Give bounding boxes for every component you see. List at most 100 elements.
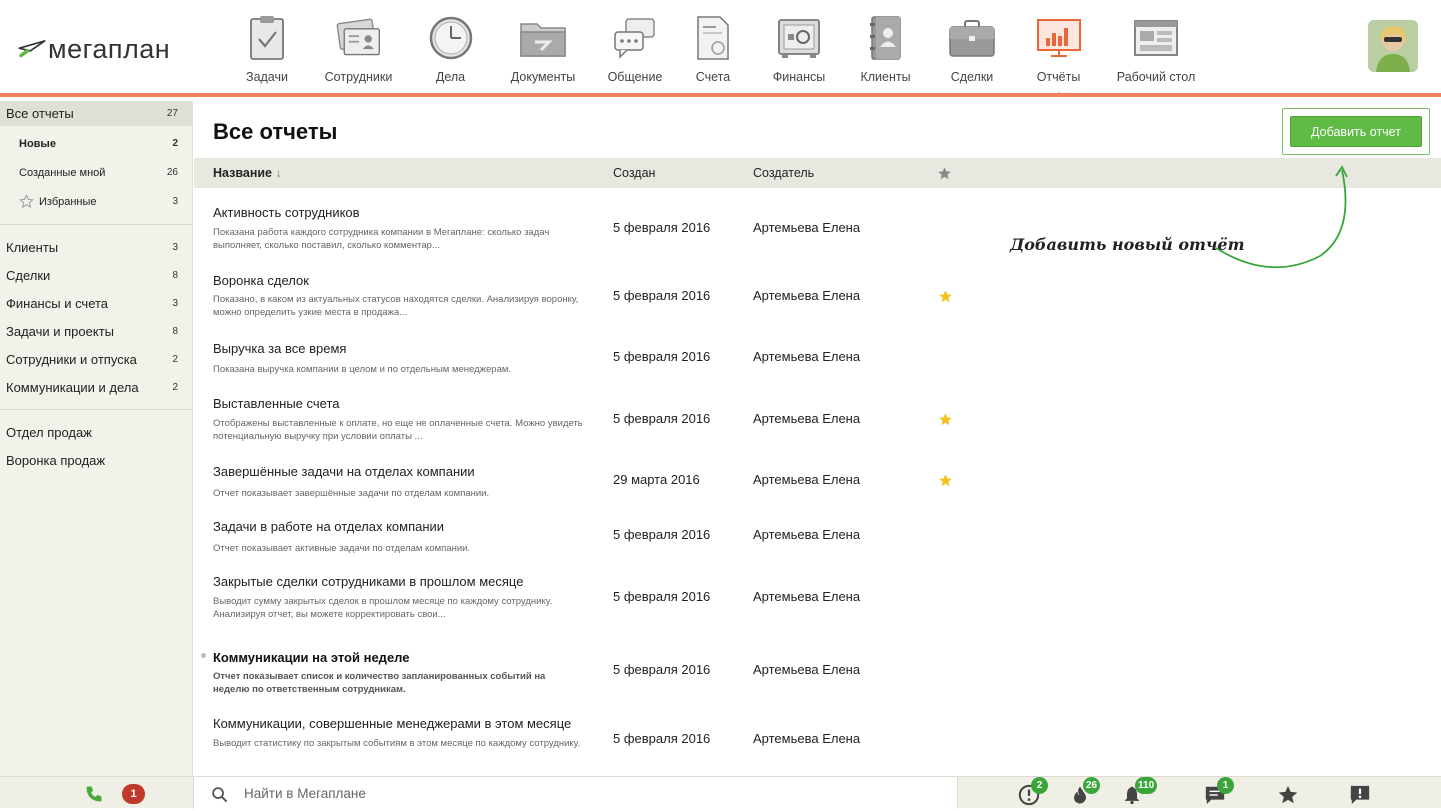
report-title-link[interactable]: Задачи в работе на отделах компании xyxy=(213,519,444,534)
column-header-created[interactable]: Создан xyxy=(613,166,655,180)
alerts-count: 2 xyxy=(1031,777,1048,794)
nav-chat[interactable]: Общение xyxy=(594,0,676,93)
report-created-date: 5 февраля 2016 xyxy=(613,288,711,303)
report-author[interactable]: Артемьева Елена xyxy=(753,731,860,746)
report-description: Отчет показывает список и количество зап… xyxy=(213,671,546,695)
sidebar-item-communications[interactable]: Коммуникации и дела 2 xyxy=(0,373,192,401)
nav-employees[interactable]: Сотрудники xyxy=(308,0,409,93)
alerts-button[interactable]: 2 xyxy=(1018,777,1048,806)
column-header-name[interactable]: Название ↓ xyxy=(213,166,282,180)
favorites-button[interactable] xyxy=(1277,784,1301,806)
chat-bubbles-icon xyxy=(611,16,659,60)
sidebar-item-label: Все отчеты xyxy=(6,106,74,121)
messages-button[interactable]: 1 xyxy=(1204,777,1234,806)
table-row[interactable]: Задачи в работе на отделах компании Отче… xyxy=(194,502,1441,557)
notifications-button[interactable]: 110 xyxy=(1122,777,1158,806)
column-header-creator[interactable]: Создатель xyxy=(753,166,814,180)
report-created-date: 5 февраля 2016 xyxy=(613,349,711,364)
sidebar-item-label: Созданные мной xyxy=(19,166,106,179)
megaplan-logo[interactable]: мегаплан xyxy=(18,34,170,65)
report-author[interactable]: Артемьева Елена xyxy=(753,589,860,604)
favorite-star-icon[interactable] xyxy=(938,412,953,427)
sidebar-item-label: Сотрудники и отпуска xyxy=(6,351,137,367)
feedback-icon xyxy=(1350,785,1370,805)
report-description: Показана работа каждого сотрудника компа… xyxy=(213,227,550,251)
table-row[interactable]: Завершённые задачи на отделах компании О… xyxy=(194,447,1441,502)
report-description: Показано, в каком из актуальных статусов… xyxy=(213,294,579,318)
sidebar-item-clients[interactable]: Клиенты 3 xyxy=(0,233,192,261)
sidebar-item-count: 26 xyxy=(166,167,178,178)
table-row[interactable]: Выставленные счета Отображены выставленн… xyxy=(194,379,1441,447)
sidebar-item-label: Сделки xyxy=(6,267,51,283)
logo-plane-icon xyxy=(18,39,46,57)
nav-reports[interactable]: Отчёты xyxy=(1021,0,1096,97)
report-author[interactable]: Артемьева Елена xyxy=(753,662,860,677)
hot-button[interactable]: 26 xyxy=(1070,777,1101,806)
briefcase-icon xyxy=(948,16,996,60)
nav-deals[interactable]: Дела xyxy=(409,0,492,93)
sidebar-item-favorites[interactable]: Избранные 3 xyxy=(0,187,192,216)
sidebar-item-sales-funnel[interactable]: Воронка продаж xyxy=(0,446,192,474)
user-avatar[interactable] xyxy=(1368,20,1418,72)
sidebar-item-all-reports[interactable]: Все отчеты 27 xyxy=(0,101,192,126)
nav-label: Клиенты xyxy=(860,70,911,84)
table-row[interactable]: Закрытые сделки сотрудниками в прошлом м… xyxy=(194,557,1441,631)
sort-arrow-icon: ↓ xyxy=(275,166,282,180)
report-title-link[interactable]: Выставленные счета xyxy=(213,396,339,411)
nav-sales[interactable]: Сделки xyxy=(923,0,1021,93)
report-description: Выводит статистику по закрытым событиям … xyxy=(213,738,581,749)
sidebar-item-count: 3 xyxy=(172,241,178,253)
sidebar-item-count: 27 xyxy=(166,108,178,119)
report-author[interactable]: Артемьева Елена xyxy=(753,527,860,542)
favorite-star-icon[interactable] xyxy=(938,289,953,304)
report-title-link[interactable]: Активность сотрудников xyxy=(213,205,360,220)
sidebar-item-tasks[interactable]: Задачи и проекты 8 xyxy=(0,317,192,345)
hot-count: 26 xyxy=(1083,777,1101,794)
safe-icon xyxy=(775,16,823,60)
phone-button[interactable] xyxy=(84,784,108,806)
report-title-link[interactable]: Выручка за все время xyxy=(213,341,346,356)
sidebar: Все отчеты 27 Новые 2 Созданные мной 26 … xyxy=(0,101,193,776)
sidebar-item-finance[interactable]: Финансы и счета 3 xyxy=(0,289,192,317)
main-nav: Задачи Сотрудники Дела Документы Общение xyxy=(226,0,1216,97)
column-header-favorite-star-icon[interactable] xyxy=(937,166,952,181)
missed-calls-badge[interactable]: 1 xyxy=(122,784,146,806)
report-title-link[interactable]: Закрытые сделки сотрудниками в прошлом м… xyxy=(213,574,523,589)
dashboard-icon xyxy=(1132,16,1180,60)
feedback-button[interactable] xyxy=(1349,784,1373,806)
sidebar-item-deals[interactable]: Сделки 8 xyxy=(0,261,192,289)
report-author[interactable]: Артемьева Елена xyxy=(753,220,860,235)
add-report-button[interactable]: Добавить отчет xyxy=(1290,116,1422,147)
report-created-date: 5 февраля 2016 xyxy=(613,662,711,677)
report-title-link[interactable]: Завершённые задачи на отделах компании xyxy=(213,464,475,479)
sidebar-item-new[interactable]: Новые 2 xyxy=(0,129,192,158)
messages-count: 1 xyxy=(1217,777,1234,794)
nav-documents[interactable]: Документы xyxy=(492,0,594,93)
report-created-date: 29 марта 2016 xyxy=(613,472,700,487)
search-input[interactable] xyxy=(244,782,924,804)
nav-clients[interactable]: Клиенты xyxy=(848,0,923,93)
report-title-link[interactable]: Коммуникации, совершенные менеджерами в … xyxy=(213,716,571,731)
sidebar-item-created-by-me[interactable]: Созданные мной 26 xyxy=(0,158,192,187)
report-title-link[interactable]: Коммуникации на этой неделе xyxy=(213,650,410,665)
favorite-star-icon[interactable] xyxy=(938,473,953,488)
sidebar-item-sales-dept[interactable]: Отдел продаж xyxy=(0,418,192,446)
report-author[interactable]: Артемьева Елена xyxy=(753,349,860,364)
sidebar-item-employees[interactable]: Сотрудники и отпуска 2 xyxy=(0,345,192,373)
report-author[interactable]: Артемьева Елена xyxy=(753,288,860,303)
table-row[interactable]: Коммуникации на этой неделе Отчет показы… xyxy=(194,631,1441,699)
sidebar-item-label: Финансы и счета xyxy=(6,295,109,311)
report-created-date: 5 февраля 2016 xyxy=(613,589,711,604)
nav-desktop[interactable]: Рабочий стол xyxy=(1096,0,1216,93)
global-search xyxy=(193,777,958,809)
nav-tasks[interactable]: Задачи xyxy=(226,0,308,93)
nav-finance[interactable]: Финансы xyxy=(750,0,848,93)
table-row[interactable]: Коммуникации, совершенные менеджерами в … xyxy=(194,699,1441,769)
nav-invoices[interactable]: Счета xyxy=(676,0,750,93)
report-author[interactable]: Артемьева Елена xyxy=(753,472,860,487)
table-row[interactable]: Выручка за все время Показана выручка ко… xyxy=(194,324,1441,379)
report-author[interactable]: Артемьева Елена xyxy=(753,411,860,426)
report-created-date: 5 февраля 2016 xyxy=(613,731,711,746)
report-created-date: 5 февраля 2016 xyxy=(613,411,711,426)
report-title-link[interactable]: Воронка сделок xyxy=(213,273,309,288)
